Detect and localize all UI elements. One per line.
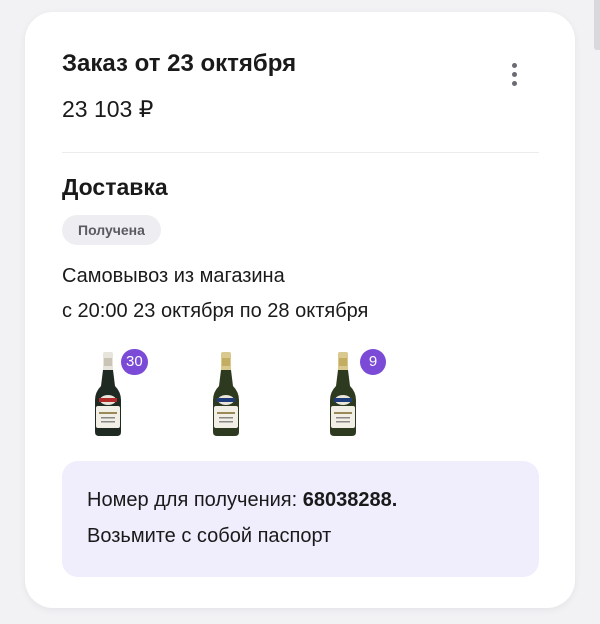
delivery-section-title: Доставка: [62, 174, 168, 200]
order-title: Заказ от 23 октября: [62, 50, 297, 77]
status-badge: Получена: [62, 215, 161, 245]
quantity-badge: 9: [360, 349, 386, 375]
delivery-type: Самовывоз из магазина: [62, 265, 285, 287]
order-card: Заказ от 23 октября 23 103 ₽ Доставка По…: [25, 12, 575, 608]
more-menu-button[interactable]: [499, 56, 529, 92]
pickup-note: Возьмите с собой паспорт: [87, 525, 332, 547]
scrollbar[interactable]: [594, 0, 600, 50]
pickup-code: 68038288.: [302, 489, 398, 511]
product-thumbnail[interactable]: [181, 348, 271, 438]
pickup-code-line: Номер для получения: 68038288.: [87, 489, 397, 512]
delivery-time: с 20:00 23 октября по 28 октября: [62, 300, 369, 322]
order-price: 23 103 ₽: [62, 96, 154, 122]
bottle-image: [181, 348, 271, 438]
more-vertical-icon: [511, 62, 517, 86]
pickup-info-box: Номер для получения: 68038288. Возьмите …: [62, 461, 539, 577]
divider: [62, 152, 539, 153]
quantity-badge: 30: [121, 349, 148, 375]
pickup-code-label: Номер для получения:: [87, 489, 303, 511]
